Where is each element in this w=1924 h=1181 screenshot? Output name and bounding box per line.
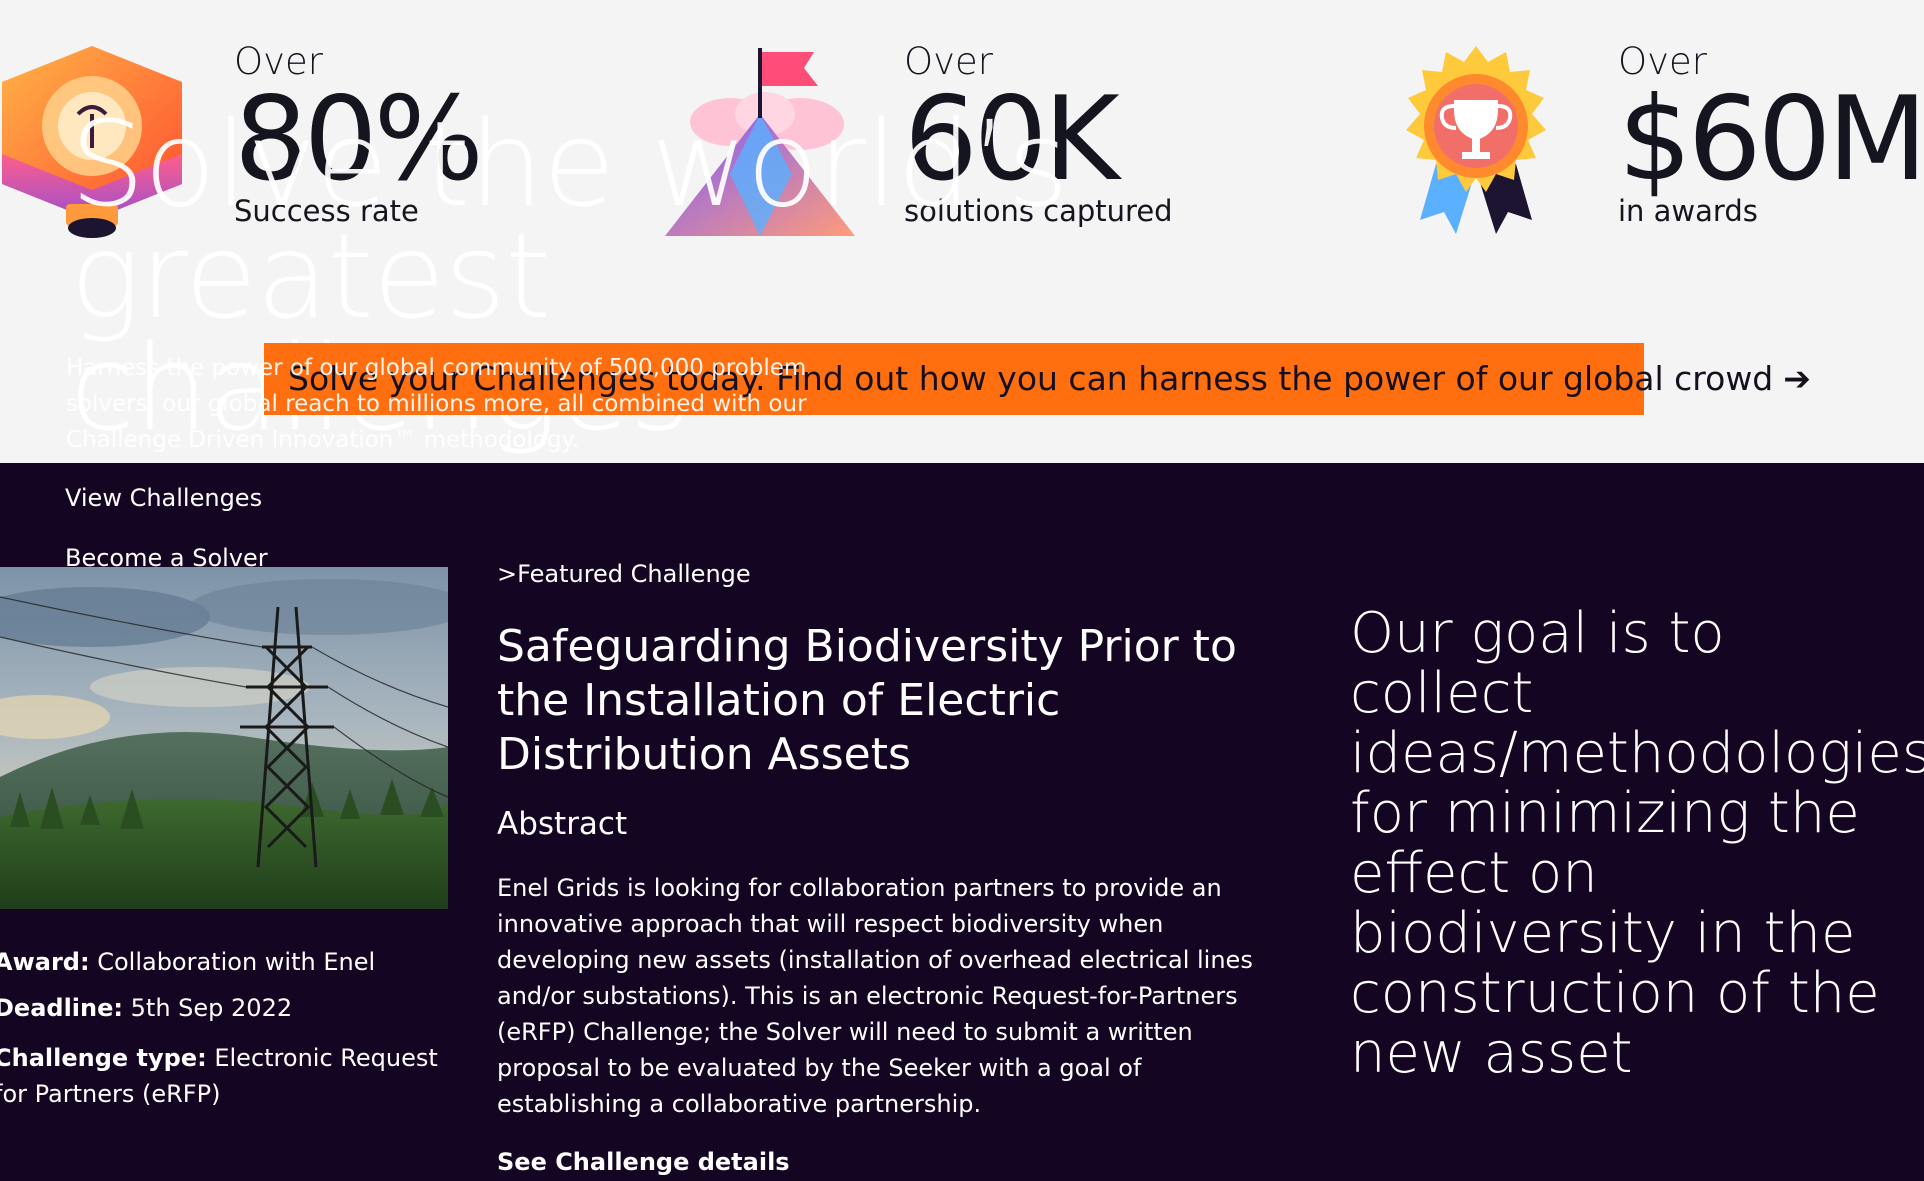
trophy-medal-icon bbox=[1406, 46, 1546, 234]
deadline-label: Deadline: bbox=[0, 994, 123, 1022]
stats-section: Over 80% Success rate Over 60K solutions… bbox=[0, 0, 1924, 463]
challenge-type-label: Challenge type: bbox=[0, 1044, 207, 1072]
stat-awards: Over $60M in awards bbox=[1618, 40, 1924, 228]
hero-description: Harness the power of our global communit… bbox=[66, 355, 807, 453]
challenge-type-info: Challenge type: Electronic Request for P… bbox=[0, 1040, 454, 1112]
abstract-text: Enel Grids is looking for collaboration … bbox=[497, 874, 1253, 1118]
goal-statement: Our goal is to collect ideas/methodologi… bbox=[1350, 601, 1924, 1086]
stat-value: $60M bbox=[1618, 72, 1924, 207]
arrow-right-icon: ➔ bbox=[1783, 359, 1811, 398]
award-value: Collaboration with Enel bbox=[97, 948, 376, 976]
featured-challenge-label: >Featured Challenge bbox=[497, 560, 751, 588]
view-challenges-link[interactable]: View Challenges bbox=[65, 483, 262, 513]
award-info: Award: Collaboration with Enel bbox=[0, 944, 454, 980]
award-label: Award: bbox=[0, 948, 90, 976]
abstract-heading: Abstract bbox=[497, 806, 628, 842]
challenge-title: Safeguarding Biodiversity Prior to the I… bbox=[497, 621, 1237, 780]
deadline-value: 5th Sep 2022 bbox=[130, 994, 293, 1022]
hero-title-line: Solve the world’s greatest bbox=[70, 95, 1069, 345]
see-challenge-details-link[interactable]: See Challenge details bbox=[497, 1148, 790, 1176]
challenge-image bbox=[0, 567, 448, 909]
deadline-info: Deadline: 5th Sep 2022 bbox=[0, 990, 454, 1026]
